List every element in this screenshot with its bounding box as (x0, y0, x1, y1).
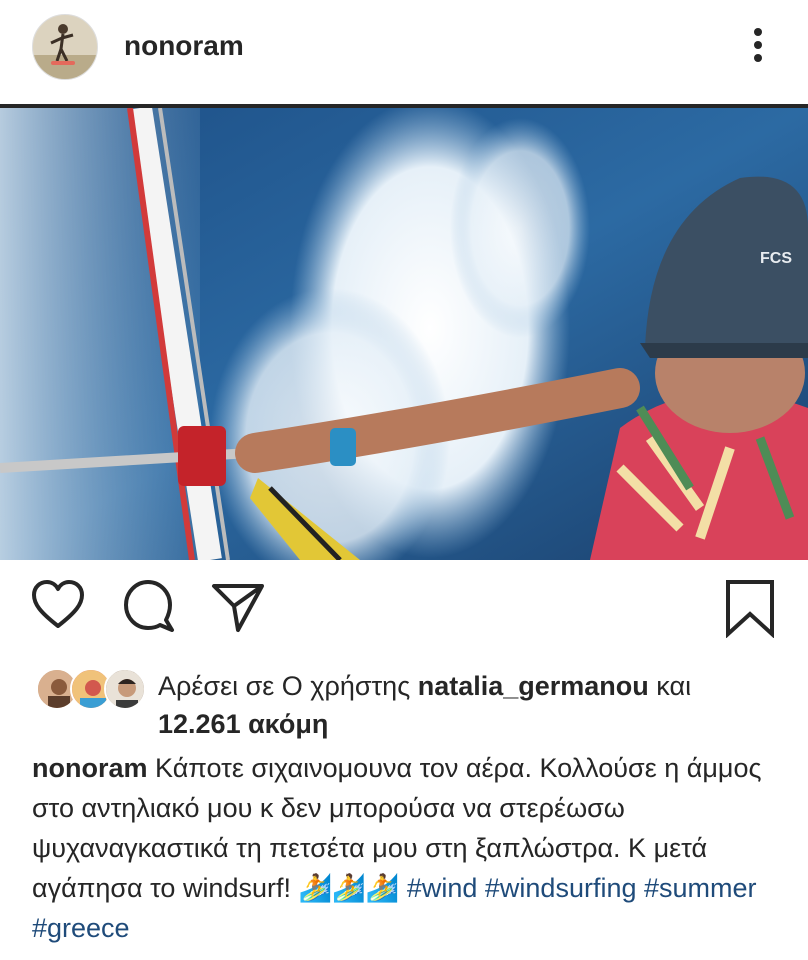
more-options-icon[interactable] (748, 28, 768, 68)
likes-count[interactable]: 12.261 ακόμη (158, 704, 328, 744)
likes-prefix: Αρέσει σε Ο χρήστης (158, 671, 418, 701)
bookmark-icon[interactable] (722, 578, 778, 639)
action-bar (0, 578, 808, 642)
comment-icon[interactable] (120, 578, 176, 638)
likes-suffix: και (648, 671, 692, 701)
post-header: nonoram (0, 0, 808, 104)
hashtag-wind[interactable]: #wind (407, 873, 478, 903)
liker-avatar-3 (104, 668, 146, 710)
heart-icon[interactable] (30, 578, 86, 638)
send-icon[interactable] (210, 578, 266, 638)
liker-username[interactable]: natalia_germanou (418, 671, 649, 701)
hashtag-windsurfing[interactable]: #windsurfing (485, 873, 637, 903)
post-photo[interactable]: FCS (0, 108, 808, 560)
hashtag-summer[interactable]: #summer (644, 873, 757, 903)
liker-avatars[interactable] (36, 668, 156, 712)
post-caption: nonoram Κάποτε σιχαινομουνα τον αέρα. Κο… (32, 748, 792, 948)
hashtag-greece[interactable]: #greece (32, 913, 130, 943)
svg-text:FCS: FCS (760, 250, 792, 267)
user-avatar[interactable] (32, 14, 98, 80)
caption-username[interactable]: nonoram (32, 753, 148, 783)
likes-text: Αρέσει σε Ο χρήστης natalia_germanou και (158, 666, 798, 706)
post-username[interactable]: nonoram (124, 30, 244, 62)
